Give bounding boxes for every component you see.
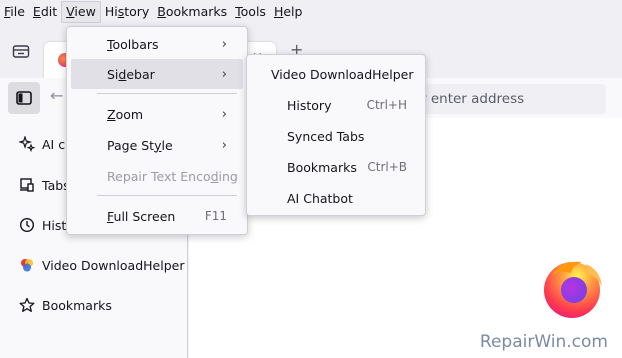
sidebar-item-history[interactable]: Hist: [18, 213, 66, 237]
sidebar-item-video-downloadhelper[interactable]: Video DownloadHelper: [18, 253, 184, 277]
sidebar-submenu-item-synced-tabs[interactable]: Synced Tabs: [251, 121, 423, 151]
menu-edit-label: dit: [40, 4, 58, 19]
firefox-logo-icon: [544, 261, 602, 318]
view-menu-item-full-screen[interactable]: Full Screen F11: [71, 201, 243, 231]
menu-history-label: tory: [124, 4, 150, 19]
menu-item-label: AI Chatbot: [287, 190, 353, 206]
shortcut-label: Ctrl+H: [366, 98, 407, 112]
menu-item-label: Bookmarks: [287, 159, 357, 175]
menu-edit[interactable]: Edit: [29, 1, 61, 23]
menu-bookmarks-label: ookmarks: [165, 4, 228, 19]
sidebar-toggle-button[interactable]: [8, 82, 40, 114]
menu-view-label: iew: [74, 4, 96, 19]
watermark-text: RepairWin.com: [479, 332, 608, 352]
tabs-device-icon: [18, 176, 36, 194]
view-menu-item-zoom[interactable]: Zoom ›: [71, 99, 243, 129]
label-rest: oolbars: [112, 36, 159, 52]
sidebar-icon: [16, 91, 32, 105]
menu-item-label: Toolbars: [107, 37, 159, 52]
label-rest: le: [161, 137, 173, 153]
menu-item-label: Page Style: [107, 138, 173, 153]
menu-separator: [97, 195, 237, 196]
chevron-right-icon: ›: [221, 66, 227, 82]
url-bar-placeholder: r enter address: [421, 91, 525, 107]
view-menu-item-toolbars[interactable]: Toolbars ›: [71, 29, 243, 59]
menu-item-label: Zoom: [107, 107, 143, 122]
menu-edit-accel: E: [32, 4, 41, 19]
sidebar-submenu-item-video-downloadhelper[interactable]: Video DownloadHelper: [251, 59, 423, 89]
back-button[interactable]: ←: [50, 86, 63, 105]
chevron-right-icon: ›: [221, 137, 227, 153]
tab-list-icon: [12, 45, 30, 58]
menu-help-label: elp: [283, 4, 303, 19]
label-pre: Page St: [107, 137, 155, 153]
menu-tools[interactable]: Tools: [231, 1, 270, 23]
sidebar-submenu-item-ai-chatbot[interactable]: AI Chatbot: [251, 183, 423, 213]
sidebar-item-tabs[interactable]: Tabs: [18, 173, 70, 197]
menu-bookmarks[interactable]: Bookmarks: [153, 1, 231, 23]
menu-history[interactable]: History: [101, 1, 153, 23]
menu-file-label: ile: [10, 4, 25, 19]
accel-key: Z: [107, 106, 116, 122]
label-rest: oom: [115, 106, 144, 122]
menu-file[interactable]: File: [0, 1, 29, 23]
view-menu-popup: Toolbars › Sidebar › Zoom › Page Style ›…: [66, 26, 248, 235]
sparkle-icon: [18, 135, 36, 153]
view-menu-item-page-style[interactable]: Page Style ›: [71, 130, 243, 160]
menu-item-label: Repair Text Encoding: [107, 169, 238, 184]
menu-view[interactable]: View: [61, 1, 101, 23]
video-downloadhelper-icon: [18, 256, 36, 274]
menu-history-pre: Hi: [104, 4, 118, 19]
sidebar-submenu-popup: Video DownloadHelper History Ctrl+H Sync…: [246, 54, 426, 216]
label-rest: ull Screen: [113, 208, 176, 224]
star-icon: [18, 296, 36, 314]
sidebar-item-ai-chatbot[interactable]: AI cl: [18, 132, 69, 156]
accel-key: d: [210, 168, 219, 184]
menu-item-label: Sidebar: [107, 67, 155, 82]
sidebar-item-bookmarks[interactable]: Bookmarks: [18, 293, 112, 317]
menu-separator: [97, 93, 237, 94]
menu-help-accel: H: [273, 4, 284, 19]
sidebar-item-label: Bookmarks: [42, 297, 112, 313]
label-rest: ing: [218, 168, 238, 184]
tab-list-button[interactable]: [8, 39, 34, 63]
view-menu-item-sidebar[interactable]: Sidebar ›: [71, 59, 243, 89]
shortcut-label: Ctrl+B: [367, 160, 407, 174]
sidebar-item-label: AI cl: [42, 136, 69, 152]
sidebar-item-label: Hist: [42, 217, 67, 233]
menu-item-label: History: [287, 97, 332, 113]
label-pre: Si: [107, 66, 119, 82]
chevron-right-icon: ›: [221, 106, 227, 122]
chevron-right-icon: ›: [221, 36, 227, 52]
sidebar-item-label: Video DownloadHelper: [42, 257, 185, 273]
view-menu-item-repair-text-encoding: Repair Text Encoding: [71, 161, 243, 191]
menu-tools-label: ools: [240, 4, 266, 19]
sidebar-submenu-item-bookmarks[interactable]: Bookmarks Ctrl+B: [251, 152, 423, 182]
clock-icon: [18, 216, 36, 234]
label-pre: Repair Text Enco: [107, 168, 211, 184]
menu-item-label: Full Screen: [107, 209, 175, 224]
menu-item-label: Video DownloadHelper: [271, 66, 414, 82]
label-rest: ebar: [126, 66, 155, 82]
menu-item-label: Synced Tabs: [287, 128, 365, 144]
menu-bookmarks-accel: B: [157, 4, 166, 19]
menu-help[interactable]: Help: [270, 1, 307, 23]
menu-bar: File Edit View History Bookmarks Tools H…: [0, 0, 622, 24]
shortcut-label: F11: [204, 209, 227, 223]
sidebar-submenu-item-history[interactable]: History Ctrl+H: [251, 90, 423, 120]
